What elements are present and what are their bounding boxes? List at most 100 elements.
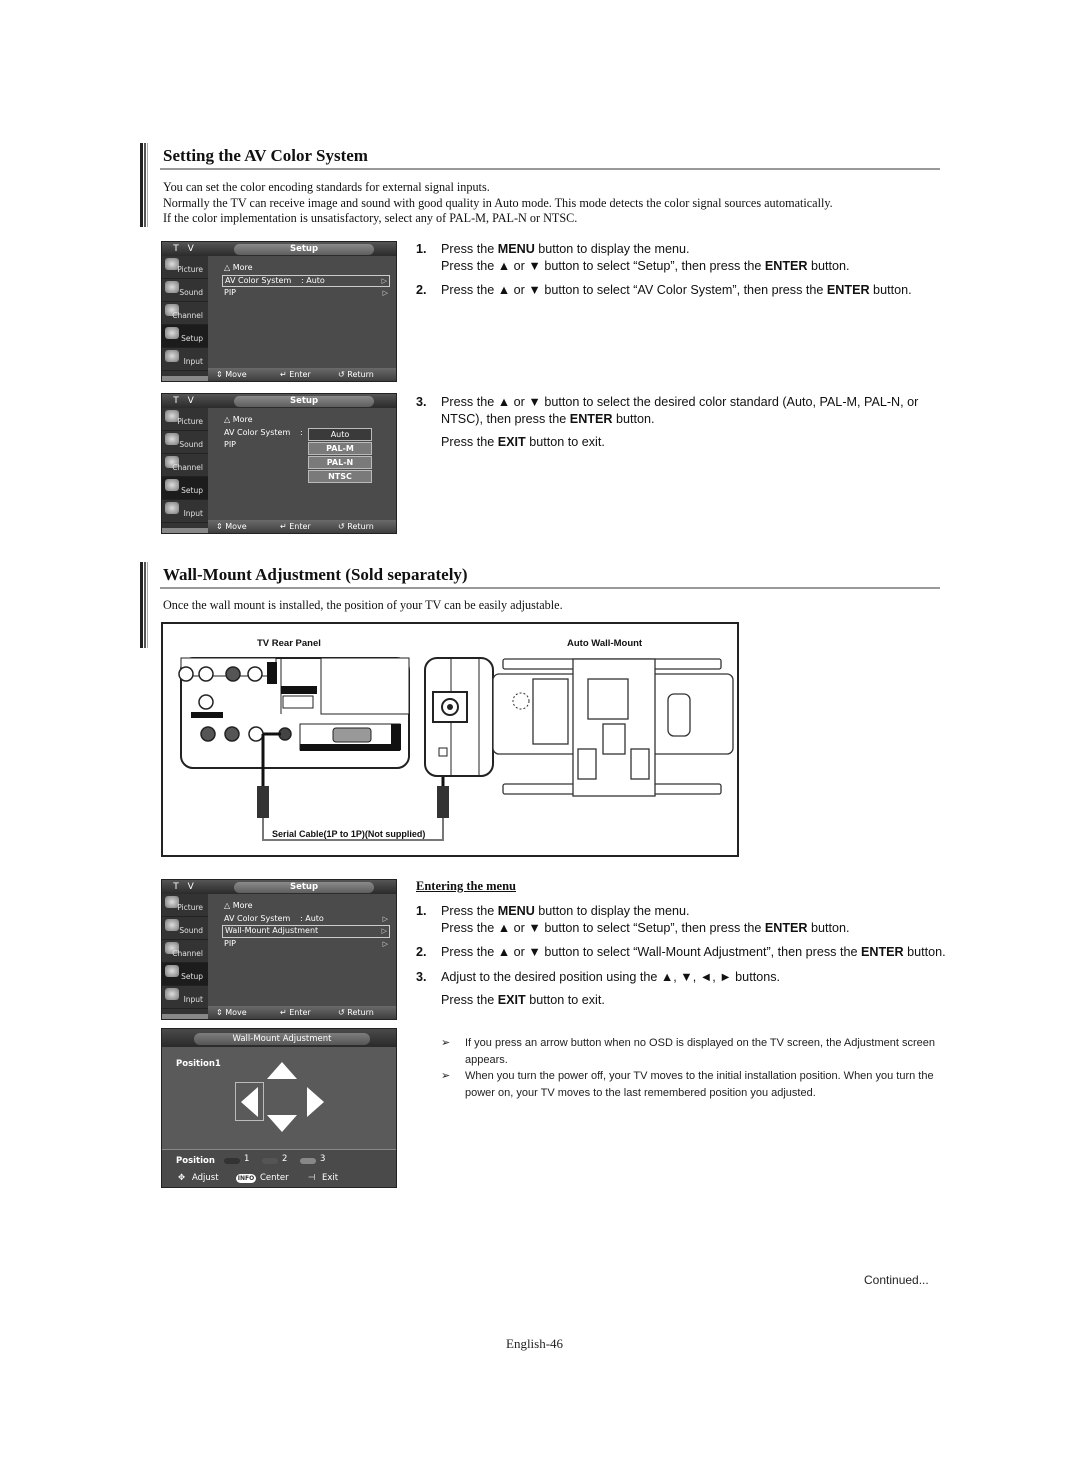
osd-footer-move: ⇕ Move	[216, 522, 247, 531]
osd-sidebar-sound[interactable]: Sound	[162, 431, 208, 454]
steps-av-color: 1. Press the MENU button to display the …	[416, 241, 936, 299]
osd-menu-item-wall-mount[interactable]: Wall-Mount Adjustment ▷	[222, 925, 390, 938]
section-intro-wall-mount: Once the wall mount is installed, the po…	[163, 598, 563, 612]
step-3: 3. Adjust to the desired position using …	[416, 969, 780, 1008]
intro-line: You can set the color encoding standards…	[163, 180, 490, 194]
osd-sidebar-picture[interactable]: Picture	[162, 256, 208, 279]
step-2: 2. Press the ▲ or ▼ button to select “Wa…	[416, 945, 946, 959]
osd-bottom-strip	[162, 528, 208, 533]
osd-bottom-strip	[162, 376, 208, 381]
entering-menu-subheading: Entering the menu	[416, 879, 516, 893]
step-2: 2. Press the ▲ or ▼ button to select “AV…	[416, 283, 912, 297]
section-marker-bar	[140, 562, 148, 648]
osd-menu-list: △ More AV Color System: Auto ▷ Wall-Mount…	[222, 900, 390, 950]
note-item: ➢ If you press an arrow button when no O…	[441, 1037, 935, 1066]
osd-sidebar-channel[interactable]: Channel	[162, 940, 208, 963]
position-1-number: 1	[244, 1154, 250, 1164]
osd-footer-return: ↺ Return	[338, 522, 374, 531]
osd-tv-label: T V	[173, 396, 197, 406]
osd-menu-item-av-color-system[interactable]: AV Color System: Auto ▷	[222, 274, 390, 287]
wm-exit-label: Exit	[322, 1173, 339, 1183]
color-system-dropdown[interactable]: Auto PAL-M PAL-N NTSC	[308, 428, 372, 484]
osd-footer-enter: ↵ Enter	[280, 522, 311, 531]
osd-footer: ⇕ Move ↵ Enter ↺ Return	[208, 1006, 396, 1019]
osd-bottom-strip	[162, 1014, 208, 1019]
note-item: ➢ When you turn the power off, your TV m…	[441, 1070, 934, 1099]
osd-sidebar-input[interactable]: Input	[162, 348, 208, 371]
sound-icon	[165, 433, 179, 445]
input-icon	[165, 988, 179, 1000]
section-intro-av-color: You can set the color encoding standards…	[163, 180, 833, 227]
chevron-right-icon: ▷	[381, 927, 387, 935]
step-3: 3. Press the ▲ or ▼ button to select the…	[416, 395, 919, 449]
dropdown-option-pal-n[interactable]: PAL-N	[308, 456, 372, 469]
osd-footer-enter: ↵ Enter	[280, 1008, 311, 1017]
tv-osd-color-options: T V Setup Picture Sound Channel Setup In…	[161, 393, 397, 534]
osd-footer-return: ↺ Return	[338, 1008, 374, 1017]
exit-icon: ⊣	[308, 1173, 316, 1183]
position-3-number: 3	[320, 1154, 326, 1164]
input-icon	[165, 502, 179, 514]
wm-position-label: Position1	[176, 1059, 221, 1069]
osd-sidebar-picture[interactable]: Picture	[162, 894, 208, 917]
tv-osd-wall-mount-menu: T V Setup Picture Sound Channel Setup In…	[161, 879, 397, 1020]
wm-adjust-label: Adjust	[192, 1173, 219, 1183]
serial-cable-label: Serial Cable(1P to 1P)(Not supplied)	[272, 829, 426, 839]
info-icon: INFO	[236, 1174, 256, 1183]
steps-wall-mount: 1. Press the MENU button to display the …	[416, 903, 964, 1009]
osd-more-item[interactable]: △ More	[222, 900, 390, 913]
arrow-right-icon[interactable]	[307, 1087, 324, 1117]
osd-sidebar-sound[interactable]: Sound	[162, 917, 208, 940]
osd-sidebar-setup[interactable]: Setup	[162, 477, 208, 500]
osd-sidebar-channel[interactable]: Channel	[162, 302, 208, 325]
osd-footer: ⇕ Move ↵ Enter ↺ Return	[208, 368, 396, 381]
osd-sidebar: Picture Sound Channel Setup Input	[162, 256, 208, 381]
position-1-pill[interactable]	[224, 1158, 240, 1164]
dropdown-option-ntsc[interactable]: NTSC	[308, 470, 372, 483]
osd-menu-item-av-color-system[interactable]: AV Color System: Auto ▷	[222, 913, 390, 926]
input-icon	[165, 350, 179, 362]
dropdown-option-auto[interactable]: Auto	[308, 428, 372, 441]
osd-sidebar-input[interactable]: Input	[162, 500, 208, 523]
wm-position-row-label: Position	[176, 1156, 215, 1166]
chevron-right-icon: ▷	[381, 276, 387, 285]
arrow-up-icon[interactable]	[267, 1062, 297, 1079]
note-arrow-icon: ➢	[441, 1037, 451, 1049]
wall-mount-adjustment-osd: Wall-Mount Adjustment Position1 Position…	[161, 1028, 397, 1188]
dropdown-option-pal-m[interactable]: PAL-M	[308, 442, 372, 455]
steps-av-color-cont: 3. Press the ▲ or ▼ button to select the…	[416, 394, 926, 451]
section-rule	[160, 587, 940, 589]
osd-footer-move: ⇕ Move	[216, 1008, 247, 1017]
arrow-left-icon[interactable]	[241, 1087, 258, 1117]
step-1: 1. Press the MENU button to display the …	[416, 242, 850, 273]
gear-icon	[165, 479, 179, 491]
intro-line: If the color implementation is unsatisfa…	[163, 211, 578, 225]
osd-more-item[interactable]: △ More	[222, 414, 390, 427]
osd-title: Setup	[234, 396, 374, 407]
osd-tv-label: T V	[173, 882, 197, 892]
chevron-right-icon: ▷	[382, 914, 388, 923]
osd-footer: ⇕ Move ↵ Enter ↺ Return	[208, 520, 396, 533]
osd-sidebar-picture[interactable]: Picture	[162, 408, 208, 431]
position-3-pill[interactable]	[300, 1158, 316, 1164]
osd-sidebar-channel[interactable]: Channel	[162, 454, 208, 477]
osd-sidebar-setup[interactable]: Setup	[162, 325, 208, 348]
position-2-pill[interactable]	[262, 1158, 278, 1164]
arrow-down-icon[interactable]	[267, 1115, 297, 1132]
osd-footer-return: ↺ Return	[338, 370, 374, 379]
tv-osd-setup-menu: T V Setup Picture Sound Channel Setup In…	[161, 241, 397, 382]
osd-menu-item-pip[interactable]: PIP ▷	[222, 938, 390, 951]
notes-list: ➢ If you press an arrow button when no O…	[441, 1035, 961, 1101]
osd-menu-item-pip[interactable]: PIP ▷	[222, 287, 390, 300]
osd-more-item[interactable]: △ More	[222, 262, 390, 275]
osd-title: Setup	[234, 882, 374, 893]
osd-sidebar: Picture Sound Channel Setup Input	[162, 408, 208, 533]
osd-sidebar-sound[interactable]: Sound	[162, 279, 208, 302]
wm-title: Wall-Mount Adjustment	[194, 1033, 370, 1045]
wm-footer: Position 1 2 3 ✥ Adjust INFO Center ⊣ Ex…	[162, 1149, 396, 1187]
continued-label: Continued...	[864, 1273, 929, 1287]
section-marker-bar	[140, 143, 148, 227]
osd-tv-label: T V	[173, 244, 197, 254]
osd-sidebar-setup[interactable]: Setup	[162, 963, 208, 986]
osd-sidebar-input[interactable]: Input	[162, 986, 208, 1009]
